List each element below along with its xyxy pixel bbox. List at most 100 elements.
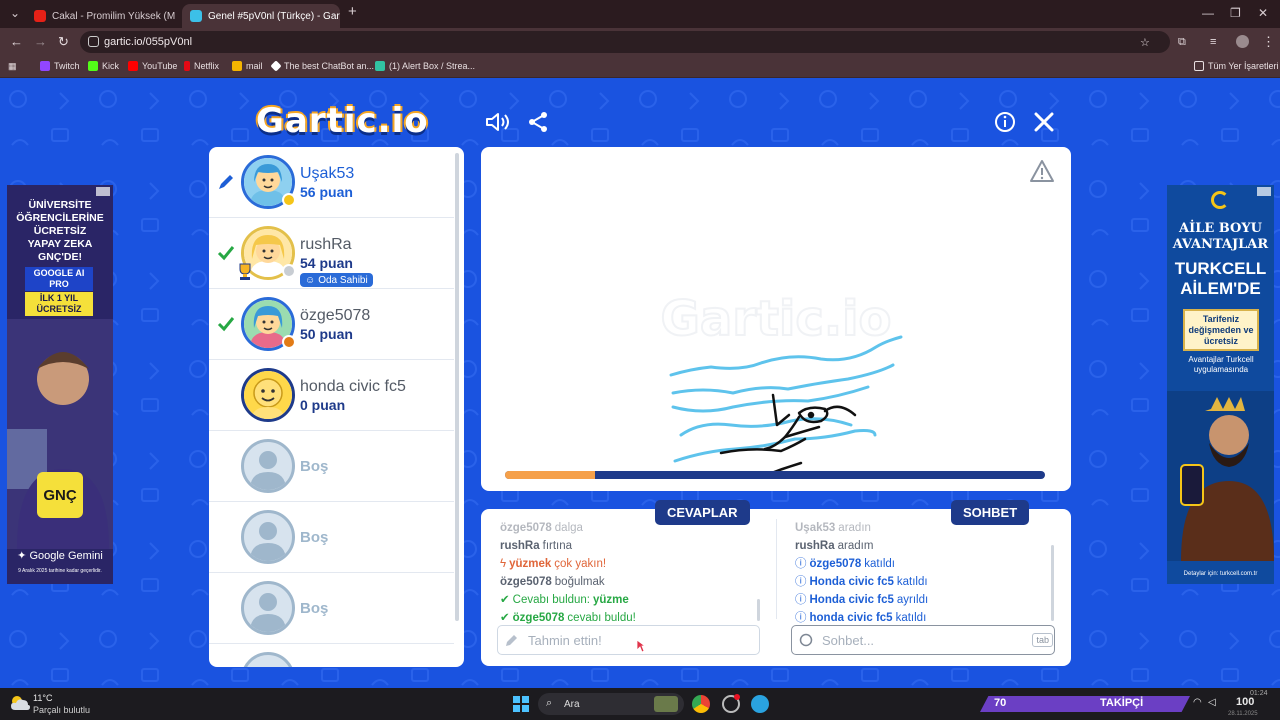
players-scrollbar[interactable]	[455, 153, 459, 621]
clock-date[interactable]: 28.11.2025	[1228, 711, 1258, 717]
player-row[interactable]: Uşak53 56 puan	[209, 147, 454, 218]
bookmark-twitch[interactable]: Twitch	[40, 61, 80, 71]
volume-icon[interactable]: ◁	[1208, 697, 1216, 708]
telegram-icon[interactable]	[751, 695, 769, 713]
follower-goal-total: 100	[1236, 696, 1255, 708]
guess-input[interactable]	[497, 625, 760, 655]
gemini-label: ✦ Google Gemini	[17, 550, 103, 562]
list-item: rushRa aradım	[795, 540, 874, 552]
pencil-icon	[219, 175, 233, 189]
info-circle-icon: ⓘ	[795, 576, 807, 588]
bookmark-chatbot[interactable]: The best ChatBot an...	[270, 60, 374, 72]
site-info-icon[interactable]	[88, 36, 99, 47]
all-bookmarks[interactable]: Tüm Yer İşaretleri	[1194, 61, 1279, 71]
empty-slot-label: Boş	[300, 529, 329, 546]
search-highlight-icon	[654, 696, 678, 712]
player-row[interactable]: honda civic fc5 0 puan	[209, 360, 454, 431]
gnc-logo: GNÇ	[37, 472, 83, 518]
maximize-icon[interactable]: ❐	[1230, 6, 1241, 20]
mouse-cursor-icon	[636, 639, 646, 653]
list-item: Uşak53 aradın	[795, 522, 871, 534]
weather-desc[interactable]: Parçalı bulutlu	[33, 705, 90, 715]
youtube-icon	[128, 61, 138, 71]
bookmark-netflix[interactable]: Netflix	[184, 61, 219, 71]
answers-and-chat-panel: CEVAPLAR SOHBET özge5078 dalga rushRa fırt…	[481, 500, 1071, 666]
chat-scrollbar[interactable]	[1051, 545, 1054, 621]
youtube-favicon-icon	[34, 10, 46, 22]
taskbar-search[interactable]: ⌕ Ara	[538, 693, 684, 715]
list-item: özge5078 boğulmak	[500, 576, 605, 588]
room-owner-badge: ☺ Oda Sahibi	[300, 273, 373, 287]
pencil-icon	[506, 635, 517, 646]
ad-footer: Detaylar için: turkcell.com.tr	[1183, 571, 1258, 577]
follower-count: 70	[994, 697, 1007, 709]
player-row[interactable]: rushRa 54 puan ☺ Oda Sahibi	[209, 218, 454, 289]
ad-box-2: Avantajlar Turkcell uygulamasında	[1188, 355, 1254, 374]
windows-start-icon[interactable]	[513, 696, 529, 712]
drawing-strokes: Gartic.io	[660, 290, 903, 479]
empty-avatar	[241, 510, 295, 564]
player-score: 54 puan	[300, 255, 353, 271]
clock-time[interactable]: 01:24	[1250, 690, 1268, 697]
forward-icon[interactable]: →	[34, 34, 47, 49]
status-dot	[282, 335, 296, 349]
share-icon[interactable]	[523, 107, 553, 137]
ad-photo	[1167, 391, 1274, 561]
new-tab-icon[interactable]: +	[348, 3, 357, 20]
check-icon	[217, 246, 235, 261]
adchoices-icon[interactable]	[96, 187, 110, 196]
chat-bubble-icon	[799, 633, 813, 647]
extensions-icon[interactable]: ⧉	[1178, 36, 1186, 49]
reload-icon[interactable]: ↻	[58, 34, 69, 50]
list-item: rushRa fırtına	[500, 540, 573, 552]
chrome-icon[interactable]	[692, 695, 710, 713]
ad-box-2: İLK 1 YIL ÜCRETSİZ	[25, 292, 93, 316]
player-score: 0 puan	[300, 397, 346, 413]
bookmark-star-icon[interactable]: ☆	[1140, 36, 1150, 49]
ad-box-1: GOOGLE AI PRO	[25, 267, 93, 291]
wifi-icon[interactable]: ◠	[1193, 697, 1202, 708]
twitch-icon	[40, 61, 50, 71]
empty-avatar	[241, 439, 295, 493]
bookmark-alertbox[interactable]: (1) Alert Box / Strea...	[375, 61, 475, 71]
kick-icon	[88, 61, 98, 71]
sound-icon[interactable]	[483, 107, 513, 137]
media-control-icon[interactable]: ≡	[1210, 36, 1216, 48]
round-timer-fill	[505, 471, 597, 479]
round-timer-bar	[505, 471, 1045, 479]
info-icon[interactable]	[990, 107, 1020, 137]
adchoices-icon[interactable]	[1257, 187, 1271, 196]
player-name: özge5078	[300, 307, 371, 324]
browser-tab-gartic[interactable]: Genel #5pV0nl (Türkçe) - Gartic ✕	[182, 4, 340, 28]
netflix-icon	[184, 61, 190, 71]
list-item: özge5078 dalga	[500, 522, 583, 534]
tab-search-chevron-icon[interactable]: ⌄	[10, 6, 20, 20]
window-close-icon[interactable]: ✕	[1258, 6, 1268, 20]
avatar	[241, 368, 295, 422]
answers-scrollbar[interactable]	[757, 599, 760, 621]
panel-divider	[776, 519, 777, 619]
weather-cloud-icon[interactable]	[10, 694, 30, 712]
bookmark-mail[interactable]: mail	[232, 61, 263, 71]
check-icon	[217, 317, 235, 332]
url-field[interactable]: gartic.io/055pV0nl	[80, 31, 1170, 53]
weather-temp[interactable]: 11°C	[33, 693, 52, 703]
menu-icon[interactable]: ⋮	[1262, 34, 1275, 50]
bookmark-youtube[interactable]: YouTube	[128, 61, 177, 71]
chat-input[interactable]	[791, 625, 1055, 655]
profile-avatar[interactable]	[1236, 35, 1249, 48]
close-icon-bolt: ϟ	[500, 558, 507, 570]
browser-tab-youtube[interactable]: Cakal - Promilim Yüksek (M ✕	[26, 4, 178, 28]
exit-icon[interactable]	[1029, 107, 1059, 137]
apps-grid-icon[interactable]: ▦	[8, 61, 17, 72]
player-name: honda civic fc5	[300, 378, 406, 395]
back-icon[interactable]: ←	[10, 34, 23, 49]
player-row[interactable]: özge5078 50 puan	[209, 289, 454, 360]
bookmark-kick[interactable]: Kick	[88, 61, 119, 71]
players-panel: Uşak53 56 puan rushRa 54 puan ☺ Oda Sahib…	[209, 147, 464, 667]
empty-slot-label: Boş	[300, 600, 329, 617]
ad-right[interactable]: AİLE BOYU AVANTAJLAR TURKCELL AİLEM'DE Tar…	[1167, 185, 1274, 584]
ad-left[interactable]: ÜNİVERSİTE ÖĞRENCİLERİNE ÜCRETSİZ YAPAY ZEK…	[7, 185, 113, 584]
minimize-icon[interactable]: —	[1202, 6, 1214, 20]
drawing-canvas[interactable]: Gartic.io	[481, 147, 1071, 491]
